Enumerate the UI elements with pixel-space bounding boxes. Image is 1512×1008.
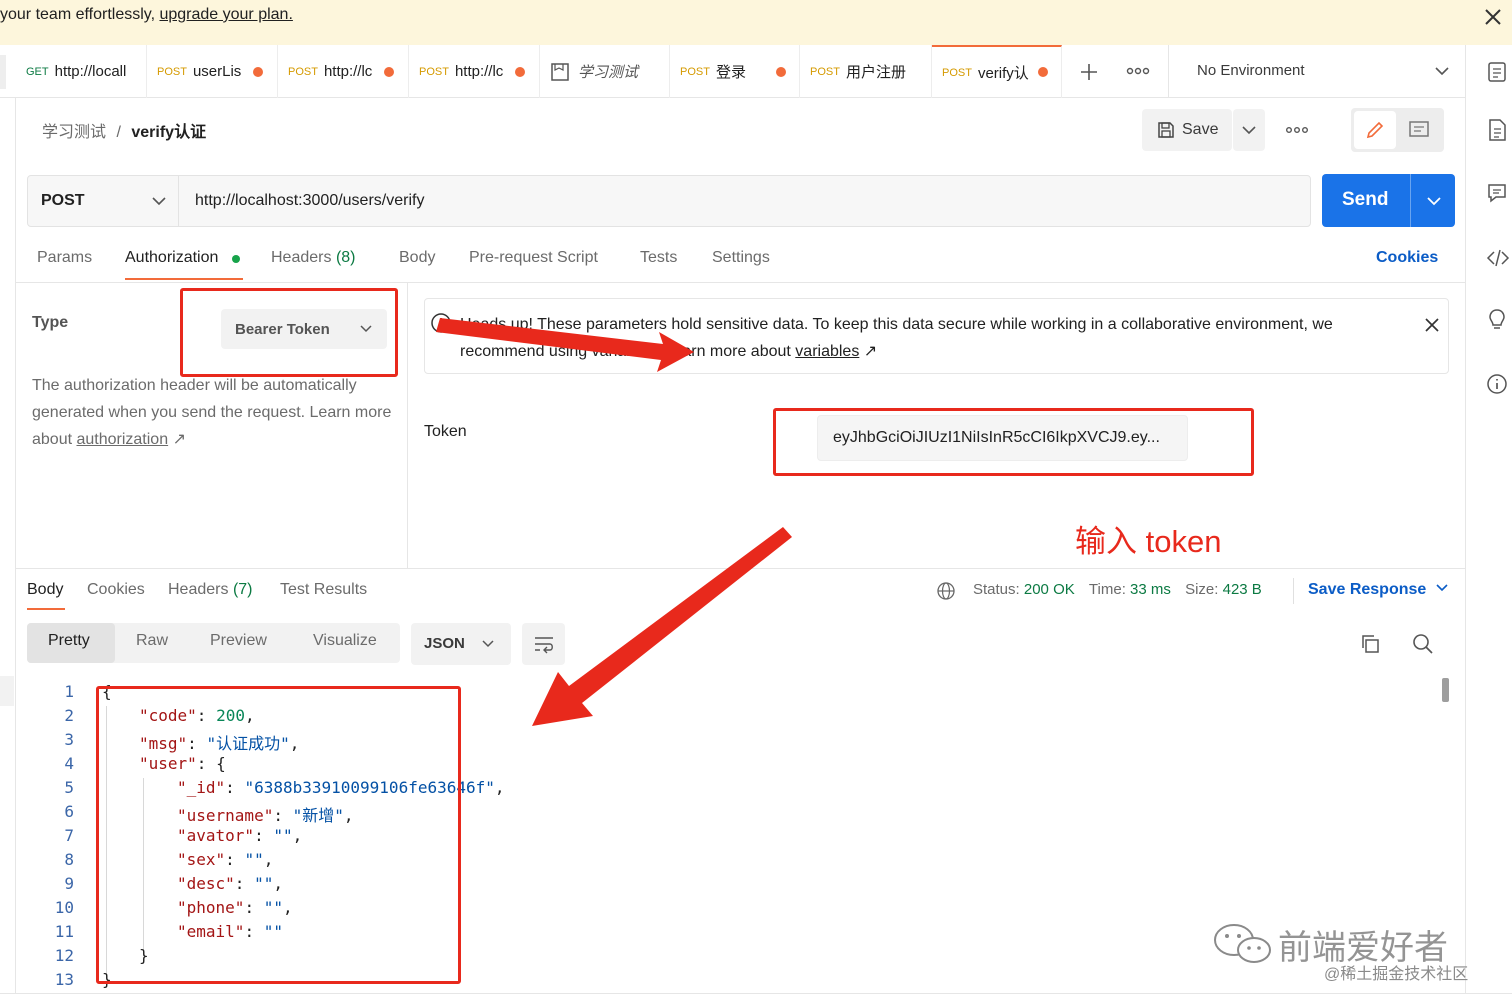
arrow-to-notice	[436, 318, 694, 372]
watermark-sub: @稀土掘金技术社区	[1324, 966, 1469, 983]
annotation-arrows	[436, 318, 792, 726]
arrow-to-response	[532, 527, 792, 726]
wechat-icon	[1214, 924, 1271, 963]
annotation-text: 输入 token	[1075, 524, 1222, 559]
